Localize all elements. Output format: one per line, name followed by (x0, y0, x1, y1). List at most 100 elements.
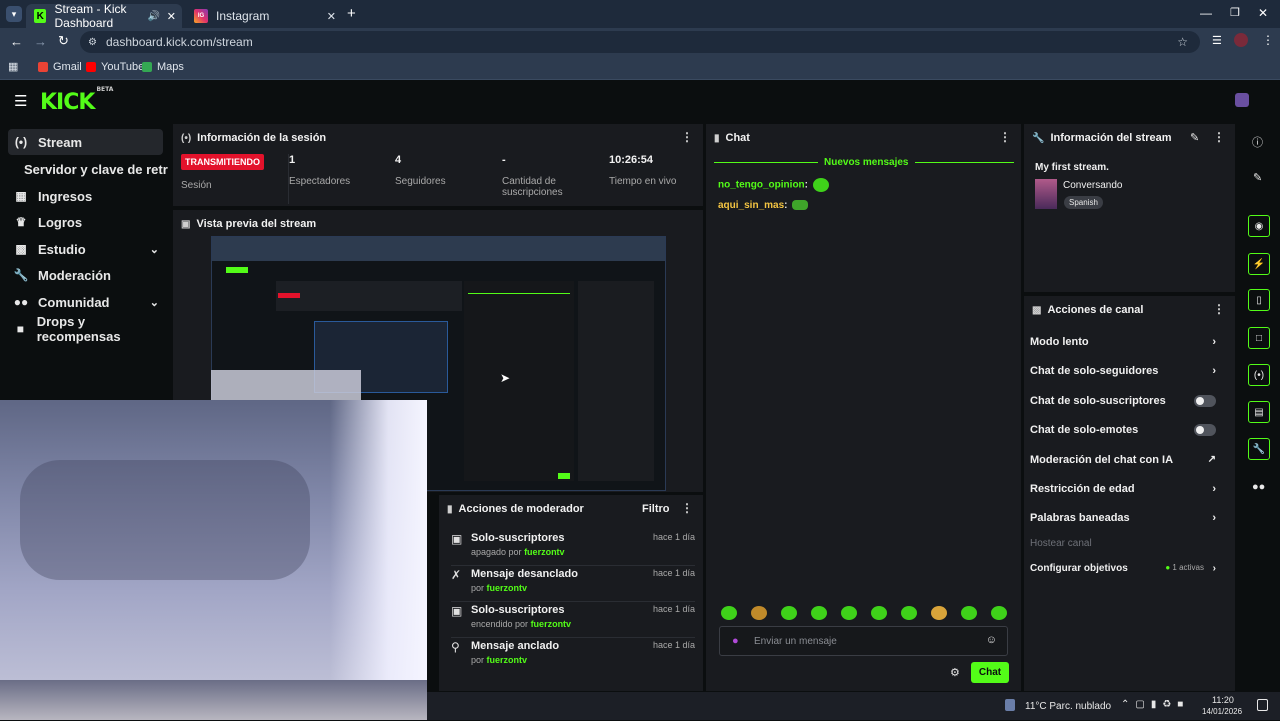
reload-icon[interactable]: ↻ (58, 33, 69, 49)
tray-icons[interactable]: ⌃▢▮♻■ (1121, 699, 1189, 710)
rail-layout-button[interactable]: ▤ (1248, 401, 1270, 423)
chat-send-button[interactable]: Chat (971, 662, 1009, 683)
weather-text[interactable]: 11°C Parc. nublado (1025, 701, 1111, 712)
webcam-highlight (330, 400, 427, 720)
stat-live-time: 10:26:54 Tiempo en vivo (609, 154, 699, 204)
settings-gear-icon[interactable]: ⚙ (950, 666, 960, 679)
sidebar-item-server-key[interactable]: Servidor y clave de retransmisión (8, 156, 168, 182)
emote-icon[interactable] (991, 606, 1007, 620)
site-info-icon[interactable]: ⚙ (88, 37, 97, 48)
people-icon: ●● (13, 295, 29, 309)
notification-icon[interactable] (1257, 699, 1268, 711)
gift-icon: ▣ (451, 532, 463, 546)
emote-icon (812, 178, 829, 192)
sidebar-item-moderacion[interactable]: 🔧 Moderación (8, 262, 163, 288)
info-icon[interactable]: ⓘ (1252, 134, 1263, 150)
more-options-icon[interactable]: ⋮ (681, 501, 693, 515)
channel-action-goals[interactable]: Configurar objetivos ● 1 activas › (1030, 563, 1226, 574)
browser-toolbar: ← → ↻ ⚙ dashboard.kick.com/stream ☆ ☰ ⋮ (0, 28, 1280, 56)
edit-pencil-icon[interactable]: ✎ (1253, 171, 1262, 184)
rail-camera-button[interactable]: ◉ (1248, 215, 1270, 237)
close-tab-icon[interactable]: ✕ (167, 10, 176, 23)
bookmark-maps[interactable]: Maps (142, 61, 184, 73)
chart-icon: ▦ (15, 189, 27, 203)
emote-icon[interactable] (961, 606, 977, 620)
channel-actions-panel: ▩ Acciones de canal ⋮ Modo lento › Chat de… (1024, 296, 1235, 691)
restore-icon[interactable]: ❐ (1230, 6, 1240, 19)
preview-chat-send (558, 473, 570, 479)
emote-icon[interactable] (871, 606, 887, 620)
sidebar-item-stream[interactable]: (•) Stream (8, 129, 163, 155)
media-icon[interactable]: ☰ (1212, 34, 1222, 47)
rail-broadcast-button[interactable]: (•) (1248, 364, 1270, 386)
subs-only-toggle[interactable] (1194, 395, 1216, 407)
emote-icon[interactable] (901, 606, 917, 620)
emote-icon[interactable] (751, 606, 767, 620)
tab-list-button[interactable]: ▾ (6, 6, 22, 22)
channel-action-banned-words[interactable]: Palabras baneadas › (1030, 512, 1226, 524)
rail-chat-button[interactable]: □ (1248, 327, 1270, 349)
bookmark-star-icon[interactable]: ☆ (1177, 35, 1188, 49)
emote-icon[interactable] (841, 606, 857, 620)
more-options-icon[interactable]: ⋮ (1213, 302, 1225, 316)
category-name[interactable]: Conversando (1063, 180, 1122, 191)
clock-date[interactable]: 14/01/2026 (1202, 707, 1242, 716)
clock-time[interactable]: 11:20 (1212, 695, 1234, 705)
emoji-icon[interactable]: ☺ (986, 634, 997, 646)
stat-label: Cantidad de suscripciones (502, 176, 563, 198)
microphone-icon[interactable]: ● (732, 635, 739, 647)
stat-label: Espectadores (289, 176, 351, 187)
bookmark-gmail[interactable]: Gmail (38, 61, 82, 73)
rail-clipboard-button[interactable]: ▯ (1248, 289, 1270, 311)
new-tab-button[interactable]: + (347, 5, 356, 22)
browser-tab-instagram[interactable]: IG Instagram ✕ (186, 4, 342, 28)
more-options-icon[interactable]: ⋮ (1213, 130, 1225, 144)
sidebar-item-ingresos[interactable]: ▦ Ingresos (8, 183, 163, 209)
hamburger-menu-icon[interactable]: ☰ (14, 92, 27, 110)
rail-lightning-button[interactable]: ⚡ (1248, 253, 1270, 275)
emote-icon[interactable] (931, 606, 947, 620)
chat-input[interactable]: ● Enviar un mensaje ☺ (719, 626, 1008, 656)
channel-action-slow-mode[interactable]: Modo lento › (1030, 336, 1226, 348)
sidebar-item-comunidad[interactable]: ●● Comunidad ⌄ (8, 289, 163, 315)
browser-menu-icon[interactable]: ⋮ (1262, 33, 1274, 47)
address-bar[interactable]: ⚙ dashboard.kick.com/stream ☆ (80, 31, 1200, 53)
sidebar-item-estudio[interactable]: ▩ Estudio ⌄ (8, 236, 163, 262)
chevron-right-icon: › (1212, 336, 1216, 348)
gift-icon: ■ (16, 322, 24, 336)
browser-tab-kick[interactable]: K Stream - Kick Dashboard 🔊 ✕ (26, 2, 182, 30)
chevron-right-icon: › (1212, 563, 1216, 574)
stat-value: 10:26:54 (609, 154, 654, 166)
close-window-icon[interactable]: ✕ (1258, 6, 1268, 20)
sidebar-item-logros[interactable]: ♛ Logros (8, 209, 163, 235)
webcam-blur-patch (211, 370, 361, 400)
channel-action-age-restriction[interactable]: Restricción de edad › (1030, 483, 1226, 495)
channel-action-ai-moderation[interactable]: Moderación del chat con IA ↗ (1030, 454, 1226, 466)
user-avatar[interactable] (1235, 93, 1249, 107)
channel-action-followers-only[interactable]: Chat de solo-seguidores › (1030, 365, 1226, 377)
chat-username[interactable]: no_tengo_opinion (718, 180, 805, 191)
emote-icon[interactable] (811, 606, 827, 620)
emote-icon[interactable] (721, 606, 737, 620)
minimize-icon[interactable]: — (1200, 6, 1212, 20)
chat-username[interactable]: aqui_sin_mas (718, 200, 784, 211)
bookmark-youtube[interactable]: YouTube (86, 61, 144, 73)
emote-icon[interactable] (781, 606, 797, 620)
edit-pencil-icon[interactable]: ✎ (1190, 131, 1199, 144)
kick-logo[interactable]: KICKBETA (40, 86, 113, 115)
more-options-icon[interactable]: ⋮ (999, 130, 1011, 144)
instagram-favicon-icon: IG (194, 9, 208, 23)
rail-wrench-button[interactable]: 🔧 (1248, 438, 1270, 460)
stat-value: - (502, 154, 506, 166)
back-icon[interactable]: ← (10, 34, 23, 49)
apps-grid-icon[interactable]: ▦ (8, 60, 18, 73)
close-tab-icon[interactable]: ✕ (327, 10, 336, 23)
profile-avatar[interactable] (1234, 33, 1248, 47)
sidebar-item-drops[interactable]: ■ Drops y recompensas (8, 314, 163, 344)
forward-icon[interactable]: → (34, 34, 47, 49)
filter-button[interactable]: Filtro (642, 503, 670, 515)
people-icon[interactable]: ●● (1252, 481, 1265, 493)
emotes-only-toggle[interactable] (1194, 424, 1216, 436)
stat-label: Sesión (181, 180, 212, 191)
more-options-icon[interactable]: ⋮ (681, 130, 693, 144)
